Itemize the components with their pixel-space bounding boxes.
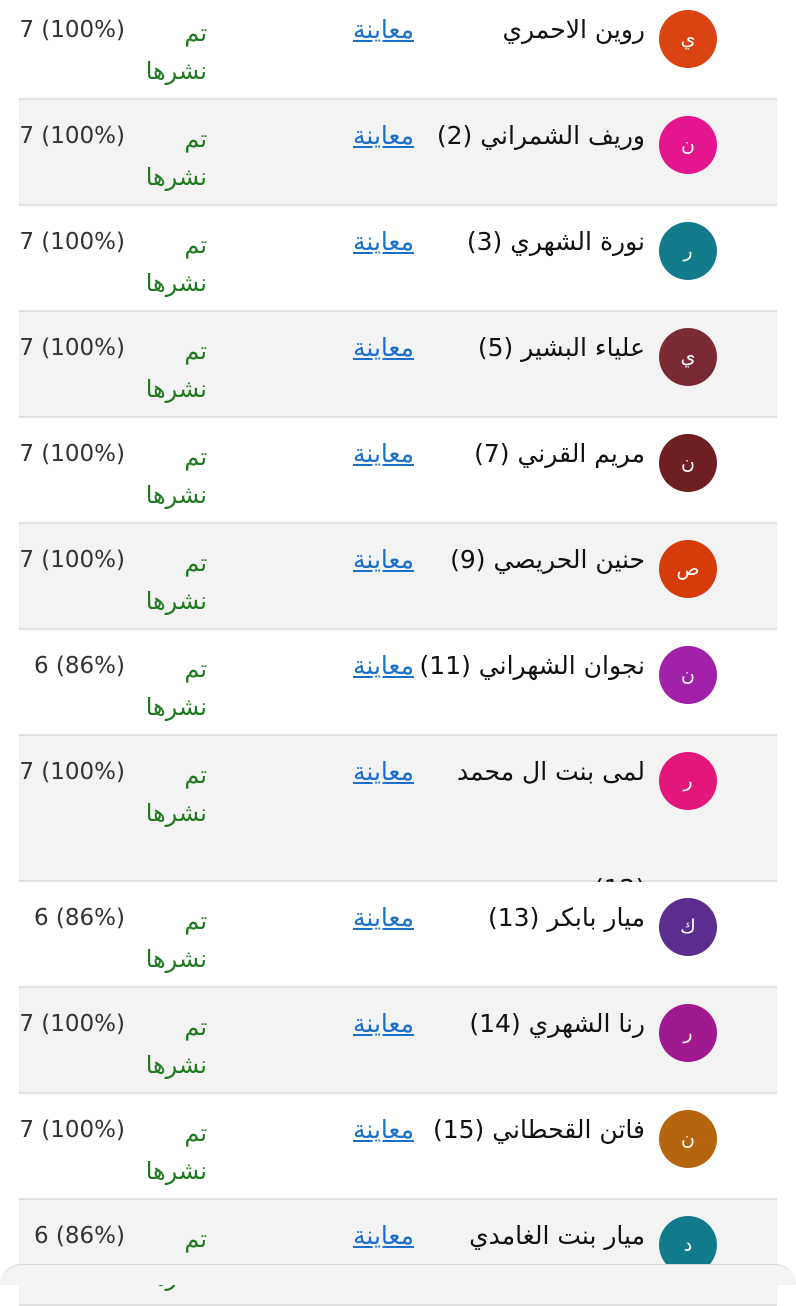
grade-value: 6 (86%) <box>33 1223 125 1249</box>
publish-status: تم نشرها <box>145 907 207 973</box>
publish-status: تم نشرها <box>145 1119 207 1185</box>
submission-row: ص حنين الحريصي (9) معاينة تم نشرها 7 (100%) <box>19 524 777 630</box>
user-avatar[interactable]: ي <box>659 10 717 68</box>
student-name: حنين الحريصي (9) <box>450 545 645 574</box>
preview-link[interactable]: معاينة <box>353 644 414 688</box>
preview-link[interactable]: معاينة <box>353 114 414 158</box>
user-avatar[interactable]: ن <box>659 116 717 174</box>
student-name: مريم القرني (7) <box>474 439 645 468</box>
submission-row: ر رنا الشهري (14) معاينة تم نشرها 7 (100%) <box>19 988 777 1094</box>
preview-link[interactable]: معاينة <box>353 896 414 940</box>
student-name: وريف الشمراني (2) <box>436 121 645 150</box>
user-avatar[interactable]: ك <box>659 898 717 956</box>
user-avatar[interactable]: ي <box>659 328 717 386</box>
student-name: روين الاحمري <box>502 15 645 44</box>
publish-status: تم نشرها <box>145 231 207 297</box>
preview-link[interactable]: معاينة <box>353 1214 414 1258</box>
preview-link[interactable]: معاينة <box>353 326 414 370</box>
grade-value: 7 (100%) <box>19 1117 125 1143</box>
publish-status: تم نشرها <box>145 655 207 721</box>
user-avatar[interactable]: ر <box>659 222 717 280</box>
submission-row: ك ميار بابكر (13) معاينة تم نشرها 6 (86%) <box>19 882 777 988</box>
publish-status: تم نشرها <box>145 19 207 85</box>
bottom-sheet-handle[interactable] <box>0 1264 796 1285</box>
student-name: ميار بنت الغامدي <box>469 1221 645 1250</box>
grade-value: 7 (100%) <box>19 229 125 255</box>
submission-row: دميار بنت الغامديمعاينةتم نشرها6 (86%) <box>19 1200 777 1306</box>
preview-link[interactable]: معاينة <box>353 1108 414 1152</box>
grade-value: 7 (100%) <box>19 335 125 361</box>
submission-row: ن نجوان الشهراني (11) معاينة تم نشرها 6 (86%… <box>19 630 777 736</box>
preview-link[interactable]: معاينة <box>353 538 414 582</box>
grade-value: 6 (86%) <box>33 653 125 679</box>
student-name: رنا الشهري (14) <box>469 1009 645 1038</box>
user-avatar[interactable]: ر <box>659 752 717 810</box>
student-name: لمى بنت ال محمد <box>456 757 645 786</box>
student-name: فاتن القحطاني (15) <box>432 1115 645 1144</box>
user-avatar[interactable]: ص <box>659 540 717 598</box>
user-avatar[interactable]: ن <box>659 434 717 492</box>
student-name: علياء البشير (5) <box>477 333 645 362</box>
publish-status: تم نشرها <box>145 1013 207 1079</box>
submission-row: ن مريم القرني (7) معاينة تم نشرها 7 (100%) <box>19 418 777 524</box>
grade-value: 7 (100%) <box>19 123 125 149</box>
submissions-list: ي روين الاحمري معاينة تم نشرها 7 (100%) ن وريف… <box>19 0 777 1306</box>
grade-value: 7 (100%) <box>19 17 125 43</box>
grade-value: 7 (100%) <box>19 547 125 573</box>
publish-status: تم نشرها <box>145 443 207 509</box>
submission-row: ن فاتن القحطاني (15) معاينة تم نشرها 7 (100%… <box>19 1094 777 1200</box>
grade-value: 7 (100%) <box>19 759 125 785</box>
submission-row: رلمى بنت ال محمدعمري (12)معاينةتم نشرها7… <box>19 736 777 903</box>
student-name: ميار بابكر (13) <box>488 903 645 932</box>
preview-link[interactable]: معاينة <box>353 432 414 476</box>
submission-row: ر نورة الشهري (3) معاينة تم نشرها 7 (100%) <box>19 206 777 312</box>
student-name: نورة الشهري (3) <box>466 227 645 256</box>
publish-status: تم نشرها <box>145 549 207 615</box>
submission-row: ن وريف الشمراني (2) معاينة تم نشرها 7 (100%) <box>19 100 777 206</box>
publish-status: تم نشرها <box>145 125 207 191</box>
user-avatar[interactable]: ر <box>659 1004 717 1062</box>
submission-row: ي روين الاحمري معاينة تم نشرها 7 (100%) <box>19 0 777 100</box>
preview-link[interactable]: معاينة <box>353 8 414 52</box>
grade-value: 7 (100%) <box>19 1011 125 1037</box>
preview-link[interactable]: معاينة <box>353 1002 414 1046</box>
grade-value: 6 (86%) <box>33 905 125 931</box>
publish-status: تم نشرها <box>145 761 207 827</box>
publish-status: تم نشرها <box>145 337 207 403</box>
preview-link[interactable]: معاينة <box>353 220 414 264</box>
grade-value: 7 (100%) <box>19 441 125 467</box>
user-avatar[interactable]: ن <box>659 646 717 704</box>
student-name: نجوان الشهراني (11) <box>419 651 645 680</box>
user-avatar[interactable]: ن <box>659 1110 717 1168</box>
submission-row: ي علياء البشير (5) معاينة تم نشرها 7 (100%) <box>19 312 777 418</box>
preview-link[interactable]: معاينة <box>353 750 414 794</box>
